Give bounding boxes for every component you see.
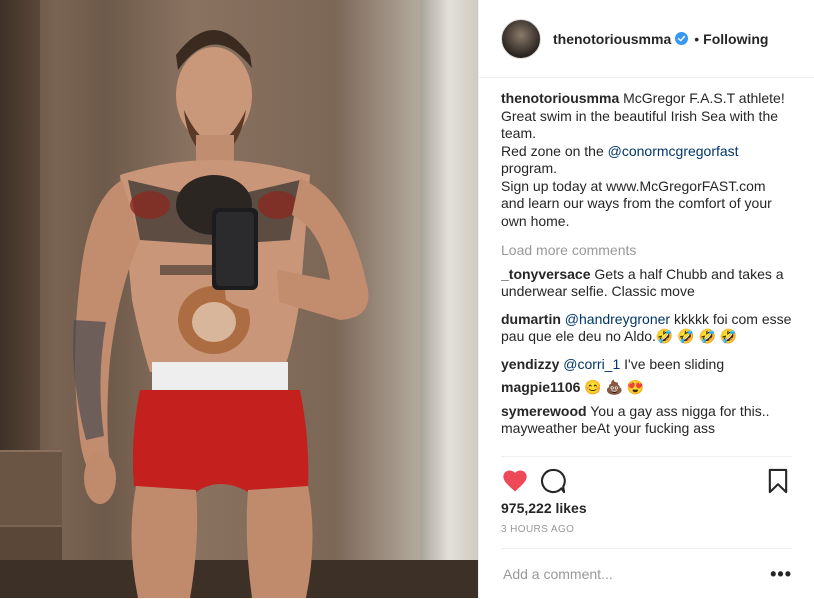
photo-man-selfie-illustration (73, 30, 369, 598)
comment-username[interactable]: _tonyversace (501, 266, 591, 282)
comment-item: magpie1106 😊 💩 😍 (501, 379, 792, 397)
comment-list: thenotoriousmma McGregor F.A.S.T athlete… (501, 90, 792, 456)
heart-icon[interactable] (501, 467, 529, 495)
caption-line-1: McGregor F.A.S.T athlete! (623, 90, 785, 106)
post-side-panel: thenotoriousmma • Following thenotorious… (478, 0, 814, 598)
caption-line-2: Great swim in the beautiful Irish Sea wi… (501, 107, 779, 142)
comment-username[interactable]: dumartin (501, 311, 561, 327)
comment-text: 😊 💩 😍 (584, 379, 645, 395)
comment-item: symerewood You a gay ass nigga for this.… (501, 403, 792, 438)
add-comment-input[interactable] (501, 565, 771, 583)
caption-mention-link[interactable]: @conormcgregorfast (608, 143, 739, 159)
comment-mention-link[interactable]: @handreygroner (565, 311, 670, 327)
caption-line-3-post: program. (501, 160, 558, 176)
post-caption: thenotoriousmma McGregor F.A.S.T athlete… (501, 90, 792, 230)
verified-badge-icon (675, 32, 689, 45)
caption-username[interactable]: thenotoriousmma (501, 90, 619, 106)
comment-icon[interactable] (539, 467, 567, 495)
post-header: thenotoriousmma • Following (479, 0, 814, 78)
comment-username[interactable]: magpie1106 (501, 379, 580, 395)
action-bar (501, 456, 792, 505)
header-separator: • (694, 30, 700, 47)
comment-item: dumartin @handreygroner kkkkk foi com es… (501, 311, 792, 346)
header-username[interactable]: thenotoriousmma (553, 31, 671, 47)
comment-username[interactable]: symerewood (501, 403, 587, 419)
caption-line-4: Sign up today at www.McGregorFAST.com an… (501, 177, 772, 229)
like-count[interactable]: 975,222 likes (501, 500, 587, 516)
avatar[interactable] (501, 18, 541, 59)
comment-username[interactable]: yendizzy (501, 356, 559, 372)
comment-text: I've been sliding (620, 355, 725, 372)
instagram-post: thenotoriousmma • Following thenotorious… (0, 0, 814, 598)
comment-item: yendizzy @corri_1 I've been sliding (501, 356, 792, 374)
load-more-comments-button[interactable]: Load more comments (501, 242, 792, 260)
more-options-icon[interactable]: ••• (770, 564, 792, 585)
follow-button[interactable]: Following (703, 31, 768, 47)
comment-item: _tonyversace Gets a half Chubb and takes… (501, 266, 792, 301)
post-timestamp[interactable]: 3 HOURS AGO (501, 524, 574, 535)
comment-mention-link[interactable]: @corri_1 (563, 356, 620, 372)
post-photo[interactable] (0, 0, 478, 598)
caption-line-3-pre: Red zone on the (501, 142, 608, 159)
add-comment-bar: ••• (501, 548, 792, 599)
bookmark-icon[interactable] (764, 467, 792, 495)
